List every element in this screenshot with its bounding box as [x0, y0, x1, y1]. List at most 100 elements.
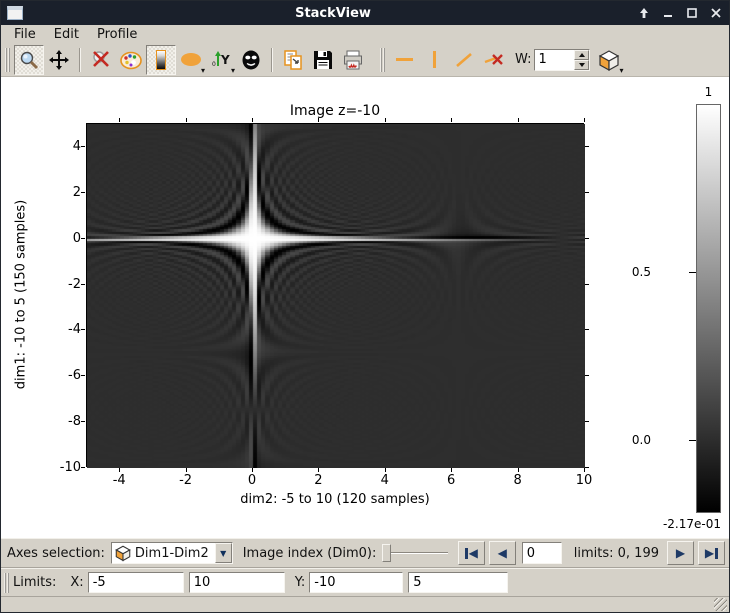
title-bar: StackView — [1, 1, 729, 25]
y-tick-mark — [585, 192, 589, 193]
svg-text:0: 0 — [212, 61, 216, 68]
heatmap-canvas[interactable] — [87, 124, 585, 468]
menu-edit[interactable]: Edit — [45, 26, 88, 43]
y-tick-label: -10 — [41, 460, 81, 475]
colorbar-max-label: 1 — [696, 85, 721, 99]
profile-width-input[interactable] — [535, 50, 574, 70]
combobox-dropdown-button[interactable]: ▼ — [215, 543, 232, 563]
colorbar-icon — [156, 50, 166, 70]
spin-down-button[interactable] — [574, 60, 589, 70]
triangle-up-icon — [579, 53, 585, 57]
profile-hline-button[interactable] — [389, 45, 419, 75]
svg-text:Y: Y — [220, 53, 230, 67]
vertical-line-icon — [433, 51, 436, 68]
y-min-input[interactable] — [309, 572, 403, 593]
horizontal-line-icon — [396, 58, 413, 61]
status-bar — [1, 597, 729, 612]
stackview-window: StackView File Edit Profile — [0, 0, 730, 613]
zoom-reset-icon — [90, 49, 112, 71]
x-tick-label: 4 — [365, 473, 405, 488]
triangle-left-icon: ◀ — [498, 546, 507, 560]
diagonal-line-icon — [453, 49, 475, 71]
maximize-button[interactable] — [685, 6, 699, 20]
y-tick-label: -6 — [41, 368, 81, 383]
x-limits-label: X: — [70, 575, 83, 590]
triangle-left-icon: ◀ — [469, 546, 478, 560]
toolbar-handle[interactable] — [5, 48, 10, 72]
previous-frame-button[interactable]: ◀ — [489, 541, 516, 565]
plot-title: Image z=-10 — [86, 103, 584, 119]
profile-vline-button[interactable] — [419, 45, 449, 75]
x-min-input[interactable] — [88, 572, 184, 593]
save-icon — [312, 49, 334, 71]
last-frame-button[interactable]: ▶ — [698, 541, 725, 565]
shade-button[interactable] — [637, 6, 651, 20]
y-max-input[interactable] — [408, 572, 508, 593]
yaxis-orientation-button[interactable]: 0 Y ▾ — [206, 45, 236, 75]
image-index-slider[interactable] — [382, 543, 447, 563]
menu-profile[interactable]: Profile — [88, 26, 146, 43]
x-tick-mark — [186, 118, 187, 122]
cube-icon — [114, 544, 132, 562]
limits-toolbar-handle[interactable] — [4, 573, 9, 593]
x-tick-label: 8 — [498, 473, 538, 488]
copy-icon — [282, 49, 304, 71]
profile-clear-button[interactable] — [479, 45, 509, 75]
axes-selection-combobox[interactable]: Dim1-Dim2 ▼ — [111, 542, 233, 564]
triangle-right-icon: ▶ — [676, 546, 685, 560]
first-frame-button[interactable]: ◀ — [458, 541, 485, 565]
palette-icon — [119, 49, 143, 71]
resize-grip-icon[interactable] — [714, 598, 727, 611]
y-tick-label: 0 — [41, 231, 81, 246]
mask-tools-button[interactable] — [236, 45, 266, 75]
pan-mode-button[interactable] — [44, 45, 74, 75]
axes-selection-label: Axes selection: — [7, 546, 105, 561]
y-tick-mark — [81, 284, 85, 285]
zoom-mode-button[interactable] — [14, 45, 44, 75]
first-bar-icon — [465, 548, 468, 559]
x-tick-mark — [318, 118, 319, 122]
zoom-reset-button[interactable] — [86, 45, 116, 75]
limits-toolbar: Limits: X: Y: — [1, 568, 729, 597]
frame-index-input[interactable] — [522, 542, 562, 564]
x-tick-label: 10 — [564, 473, 604, 488]
x-tick-mark — [119, 118, 120, 122]
x-tick-mark — [518, 118, 519, 122]
y-tick-mark — [81, 375, 85, 376]
profile-3d-button[interactable]: ▾ — [594, 45, 624, 75]
profile-toolbar-handle[interactable] — [380, 48, 385, 72]
x-max-input[interactable] — [189, 572, 285, 593]
dropdown-arrow-icon: ▾ — [201, 67, 205, 75]
y-tick-mark — [81, 238, 85, 239]
aspect-ratio-button[interactable]: ▾ — [176, 45, 206, 75]
mask-icon — [240, 49, 262, 71]
y-tick-mark — [81, 421, 85, 422]
colorbar-tick-label: 0.0 — [621, 433, 651, 447]
slider-groove — [382, 552, 447, 554]
next-frame-button[interactable]: ▶ — [667, 541, 694, 565]
print-button[interactable] — [338, 45, 368, 75]
browser-toolbar: Axes selection: Dim1-Dim2 ▼ Image index … — [1, 538, 729, 568]
y-tick-label: -2 — [41, 277, 81, 292]
colorbar-toggle-button[interactable] — [146, 45, 176, 75]
minimize-button[interactable] — [661, 6, 675, 20]
colorbar — [696, 104, 721, 513]
y-tick-mark — [81, 192, 85, 193]
y-tick-mark — [81, 329, 85, 330]
profile-freeline-button[interactable] — [449, 45, 479, 75]
colorbar-tick-mark — [689, 272, 696, 273]
close-button[interactable] — [709, 6, 723, 20]
x-tick-mark — [451, 118, 452, 122]
toolbar-separator — [271, 48, 273, 72]
colorbar-tick-mark — [689, 440, 696, 441]
copy-button[interactable] — [278, 45, 308, 75]
axes-selection-value: Dim1-Dim2 — [132, 546, 215, 561]
colormap-button[interactable] — [116, 45, 146, 75]
save-button[interactable] — [308, 45, 338, 75]
menu-file[interactable]: File — [5, 26, 45, 43]
figure-area: Image z=-10 -4-20246810420-2-4-6-8-100.5… — [1, 77, 729, 538]
x-tick-mark — [252, 118, 253, 122]
x-tick-label: 6 — [431, 473, 471, 488]
slider-handle[interactable] — [382, 544, 391, 562]
spin-up-button[interactable] — [574, 50, 589, 60]
